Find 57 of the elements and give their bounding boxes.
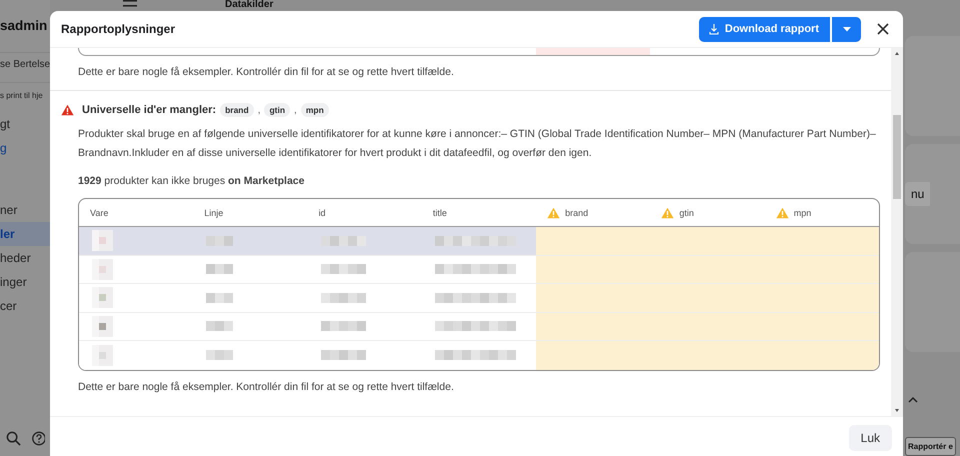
- section-title: Universelle id'er mangler:: [82, 104, 216, 116]
- blurred-thumbnail: [92, 344, 113, 366]
- blurred-text: [320, 350, 366, 360]
- warning-icon: [776, 206, 789, 218]
- download-icon: [708, 23, 719, 35]
- close-button[interactable]: Luk: [848, 425, 892, 451]
- nav-item[interactable]: ler: [0, 222, 50, 246]
- help-icon[interactable]: [31, 431, 45, 446]
- blurred-text: [206, 292, 234, 303]
- section-description: Produkter skal bruge en af følgende universelle identifikatorer for at kunne køre i annoncer:– GTIN (Global Trade Identification Number– MPN (Manufacturer Part Number)– Brandnavn.Inkluder en af disse universelle identifikatorer for hvert produkt i dit datafeedfil, og overfør den igen.: [78, 127, 877, 161]
- warning-icon: [61, 104, 74, 116]
- field-tag: gtin: [264, 103, 290, 117]
- blurred-text: [320, 321, 366, 332]
- blurred-text: [206, 264, 234, 274]
- examples-note: Dette er bare nogle få eksempler. Kontrollér din fil for at se og rette hvert tilfælde.: [77, 380, 455, 394]
- table-cell[interactable]: [79, 284, 194, 312]
- page-title: Datakilder: [225, 0, 274, 10]
- scrollbar[interactable]: [891, 48, 903, 416]
- field-tag: mpn: [300, 103, 329, 117]
- nav-item[interactable]: heder: [0, 246, 50, 270]
- nav-item[interactable]: g: [0, 136, 50, 160]
- table-cell[interactable]: [79, 312, 194, 341]
- dropdown-button[interactable]: [832, 16, 861, 42]
- chevron-up-icon[interactable]: [908, 396, 918, 403]
- table-cell[interactable]: [79, 227, 194, 256]
- product-count: 1929 produkter kan ikke bruges on Marketplace: [78, 175, 306, 187]
- caret-icon: [842, 26, 850, 32]
- close-icon[interactable]: [875, 21, 891, 37]
- blurred-text: [206, 236, 234, 246]
- report-button[interactable]: Rapportér e: [905, 437, 956, 456]
- blurred-text: [320, 292, 366, 303]
- warning-icon: [661, 206, 674, 218]
- nav-item[interactable]: cer: [0, 294, 50, 318]
- blurred-thumbnail: [92, 287, 113, 308]
- menu-icon[interactable]: [123, 0, 137, 8]
- blurred-thumbnail: [92, 230, 113, 252]
- nav-item[interactable]: ner: [0, 198, 50, 222]
- examples-note: Dette er bare nogle få eksempler. Kontrollér din fil for at se og rette hvert tilfælde.: [77, 65, 455, 80]
- nav-item[interactable]: gt: [0, 112, 50, 136]
- separator: ,: [258, 104, 260, 116]
- blurred-text: [206, 350, 234, 360]
- blurred-text: [206, 321, 234, 332]
- account-name: sadmin: [0, 18, 48, 35]
- action-button[interactable]: nu: [905, 182, 930, 206]
- separator: ,: [294, 104, 297, 116]
- download-button[interactable]: Download rapport: [698, 16, 830, 42]
- blurred-text: [320, 236, 366, 246]
- warning-icon: [547, 206, 560, 218]
- field-tag: brand: [220, 103, 254, 117]
- search-icon[interactable]: [6, 431, 21, 446]
- nav-item[interactable]: inger: [0, 270, 50, 294]
- blurred-thumbnail: [92, 258, 113, 280]
- blurred-thumbnail: [92, 316, 113, 337]
- blurred-text: [320, 264, 366, 274]
- dialog-title: Rapportoplysninger: [61, 22, 176, 36]
- scrollbar-thumb[interactable]: [893, 115, 901, 199]
- table-cell[interactable]: [79, 256, 194, 284]
